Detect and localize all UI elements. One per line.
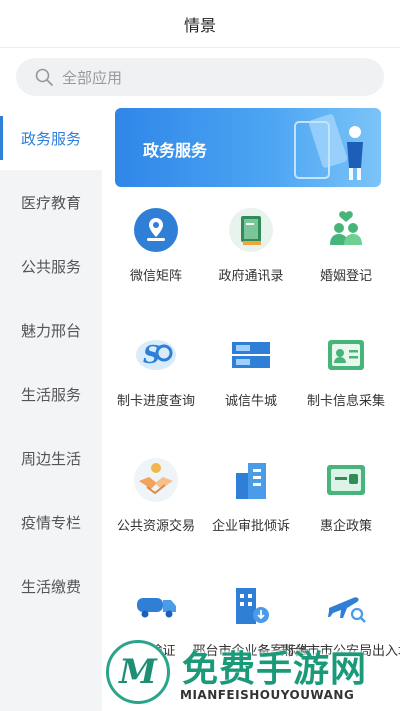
id-card-icon [320,329,372,381]
app-gov-directory[interactable]: 政府通讯录 [203,194,299,314]
app-credit-niucheng[interactable]: 诚信牛城 [203,319,299,439]
sidebar-item-nearby[interactable]: 周边生活 [0,426,102,490]
sidebar-item-gov-services[interactable]: 政务服务 [0,106,102,170]
app-label: 诚信牛城 [224,394,277,409]
search-bar-container: 全部应用 [0,48,400,106]
app-label: 惠企政策 [319,519,372,534]
app-label: 制卡进度查询 [116,394,195,409]
app-wechat-matrix[interactable]: 微信矩阵 [108,194,204,314]
top-bar: 情景 [0,0,400,48]
truck-icon [130,579,182,631]
app-label: 邢台市市公安局出入境 [281,644,400,659]
airplane-search-icon [320,579,372,631]
app-panel: 政务服务 微信矩阵 政府通讯录 婚姻登记 S 制卡进度查询 诚信牛城 制卡信息采… [102,106,400,711]
app-label: 企业审批倾诉 [211,519,290,534]
app-card-info-collection[interactable]: 制卡信息采集 [298,319,394,439]
category-sidebar: 政务服务 医疗教育 公共服务 魅力邢台 生活服务 周边生活 疫情专栏 生活缴费 [0,106,102,711]
app-label: 公共资源交易 [116,519,195,534]
app-label: 运输证 [136,644,176,659]
app-public-resource-trading[interactable]: 公共资源交易 [108,444,204,564]
app-enterprise-policy[interactable]: 惠企政策 [298,444,394,564]
sidebar-item-public-services[interactable]: 公共服务 [0,234,102,298]
policy-board-icon [320,454,372,506]
handshake-coin-icon [130,454,182,506]
app-exit-entry[interactable]: 邢台市市公安局出入境 [281,569,400,689]
location-pin-icon [130,204,182,256]
progress-card-icon: S [130,329,182,381]
app-enterprise-filing[interactable]: 邢台市企业备案标准 [193,569,310,689]
search-input[interactable]: 全部应用 [16,58,384,96]
banner-title: 政务服务 [143,141,208,160]
app-label: 微信矩阵 [129,269,182,284]
app-label: 制卡信息采集 [306,394,385,409]
app-label: 婚姻登记 [319,269,372,284]
app-label: 政府通讯录 [218,269,284,284]
sidebar-item-bill-payment[interactable]: 生活缴费 [0,554,102,618]
search-placeholder: 全部应用 [62,68,123,87]
app-transport-permit[interactable]: 运输证 [108,569,204,689]
sidebar-item-charming-xingtai[interactable]: 魅力邢台 [0,298,102,362]
page-title: 情景 [183,15,216,35]
sidebar-item-life-services[interactable]: 生活服务 [0,362,102,426]
app-enterprise-approval[interactable]: 企业审批倾诉 [203,444,299,564]
app-card-progress[interactable]: S 制卡进度查询 [108,319,204,439]
phone-person-illustration-icon [294,114,363,180]
credit-card-icon [225,329,277,381]
buildings-icon [225,454,277,506]
sidebar-item-epidemic[interactable]: 疫情专栏 [0,490,102,554]
app-marriage-registration[interactable]: 婚姻登记 [298,194,394,314]
building-download-icon [225,579,277,631]
couple-heart-icon [320,204,372,256]
sidebar-item-medical-education[interactable]: 医疗教育 [0,170,102,234]
search-icon [35,68,53,86]
address-book-icon [225,204,277,256]
section-banner[interactable]: 政务服务 [115,108,381,187]
